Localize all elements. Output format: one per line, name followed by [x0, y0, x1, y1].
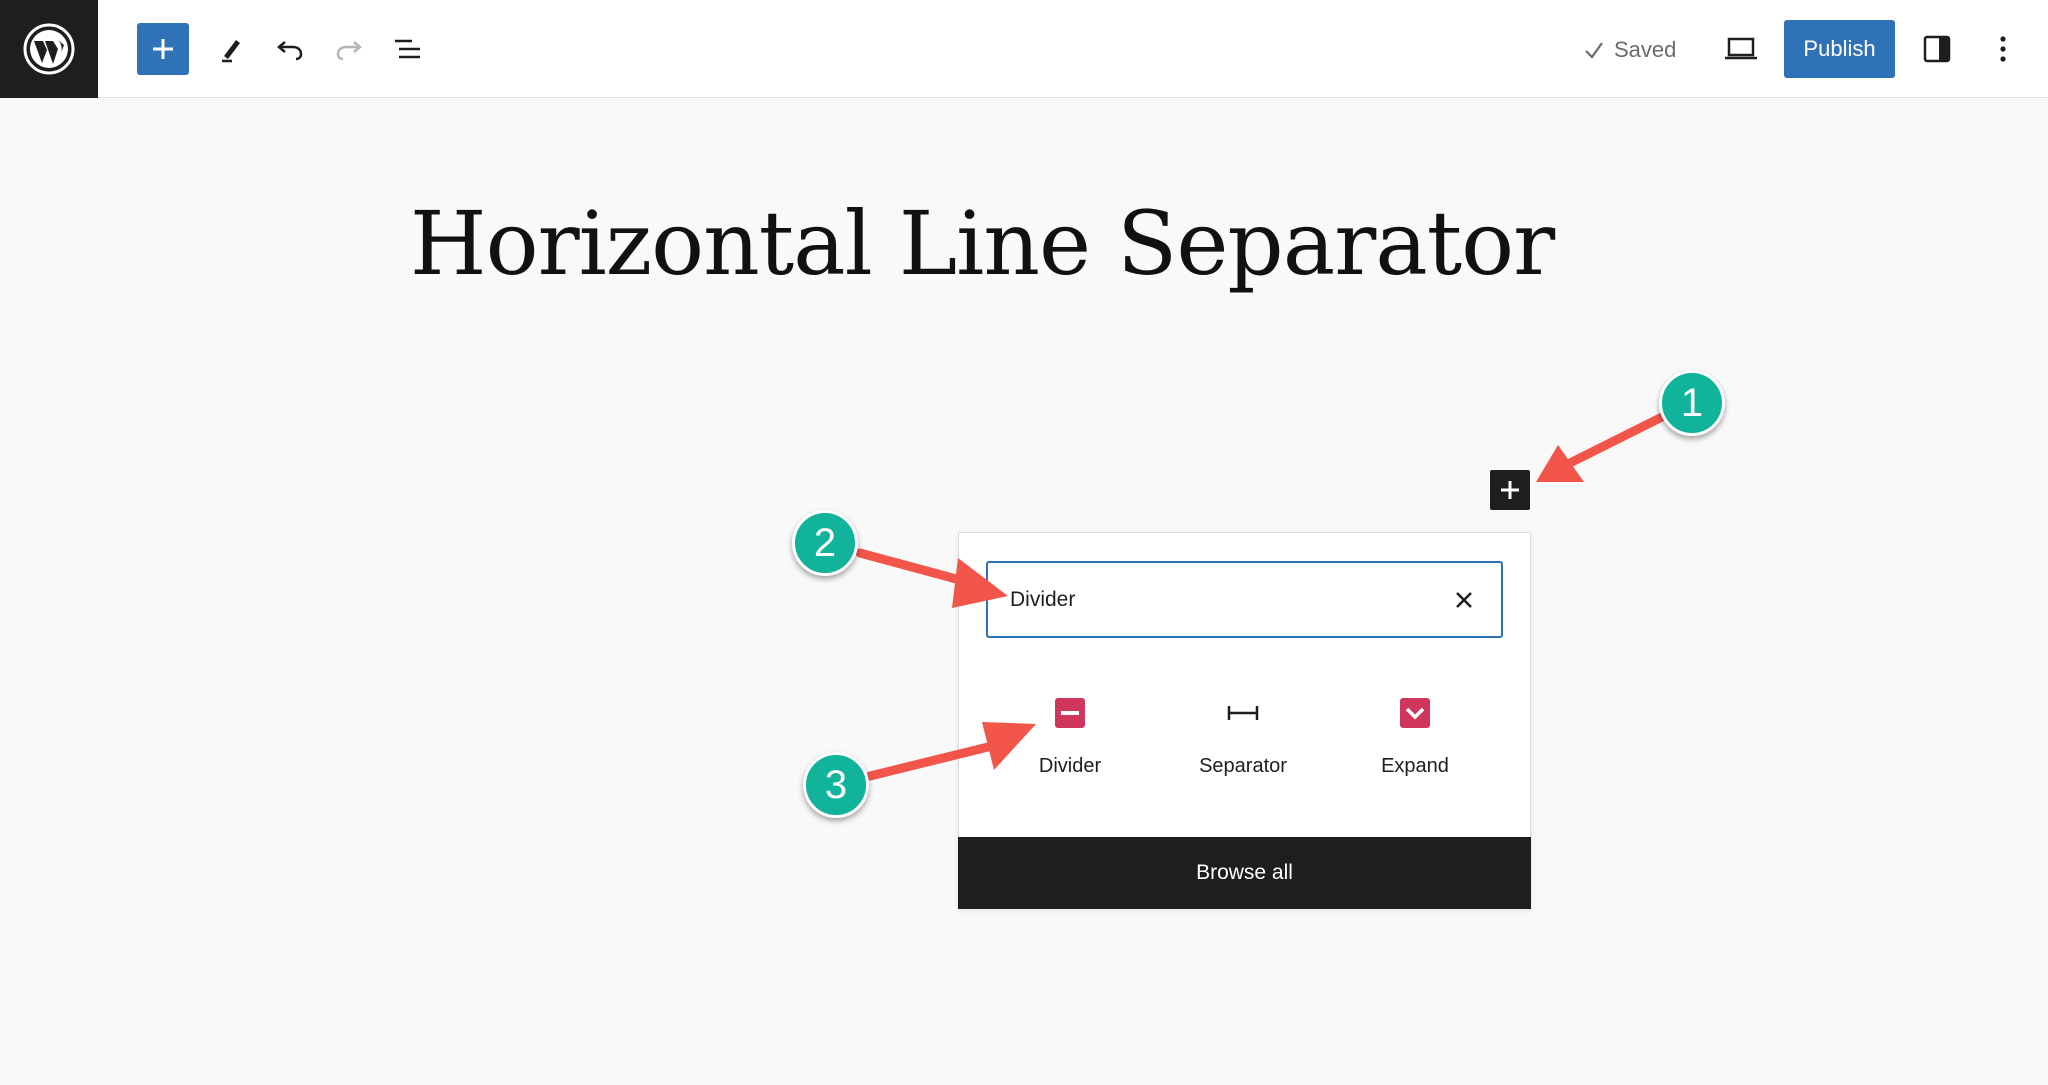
separator-block-icon [1223, 693, 1263, 733]
redo-button[interactable] [323, 23, 375, 75]
divider-block-icon [1050, 693, 1090, 733]
annotation-badge-2: 2 [792, 510, 858, 576]
wordpress-logo-icon[interactable] [0, 0, 98, 98]
block-result-label: Divider [1038, 755, 1102, 777]
clear-search-button[interactable] [1444, 580, 1484, 620]
check-icon [1585, 42, 1603, 59]
saved-status: Saved [1582, 30, 1676, 70]
expand-block-icon [1395, 693, 1435, 733]
editor-toolbar: Saved Publish [0, 0, 2048, 98]
block-inserter-toggle-button[interactable] [1490, 470, 1530, 510]
block-result-divider[interactable]: Divider [995, 693, 1145, 793]
block-result-label: Separator [1199, 755, 1287, 777]
saved-label: Saved [1614, 37, 1677, 62]
annotation-badge-3: 3 [803, 752, 869, 818]
block-search-box [986, 561, 1503, 638]
annotation-arrow-1 [1536, 408, 1675, 482]
block-result-separator[interactable]: Separator [1168, 693, 1318, 793]
block-search-input[interactable] [1010, 577, 1430, 622]
pencil-icon [222, 40, 240, 63]
sidebar-toggle-icon [1923, 35, 1951, 63]
plus-icon [153, 39, 173, 59]
annotation-badge-1: 1 [1659, 370, 1725, 436]
document-overview-button[interactable] [382, 23, 434, 75]
publish-button[interactable]: Publish [1784, 20, 1895, 78]
redo-icon [336, 41, 362, 61]
laptop-icon [1725, 37, 1757, 60]
vertical-ellipsis-icon [2000, 36, 2006, 62]
undo-button[interactable] [264, 23, 316, 75]
browse-all-button[interactable]: Browse all [958, 837, 1531, 909]
quick-inserter-popover: Divider Separator Expand Browse all [958, 532, 1531, 909]
block-results: Divider Separator Expand [959, 693, 1532, 793]
add-block-button[interactable] [137, 23, 189, 75]
tools-button[interactable] [205, 23, 257, 75]
list-view-icon [395, 39, 420, 59]
options-button[interactable] [1977, 23, 2029, 75]
settings-button[interactable] [1911, 23, 1963, 75]
post-title[interactable]: Horizontal Line Separator [0, 192, 1964, 295]
preview-button[interactable] [1715, 23, 1767, 75]
plus-icon [1501, 481, 1519, 499]
undo-icon [277, 41, 303, 61]
block-result-expand[interactable]: Expand [1340, 693, 1490, 793]
close-icon [1456, 592, 1472, 608]
block-result-label: Expand [1381, 755, 1449, 777]
